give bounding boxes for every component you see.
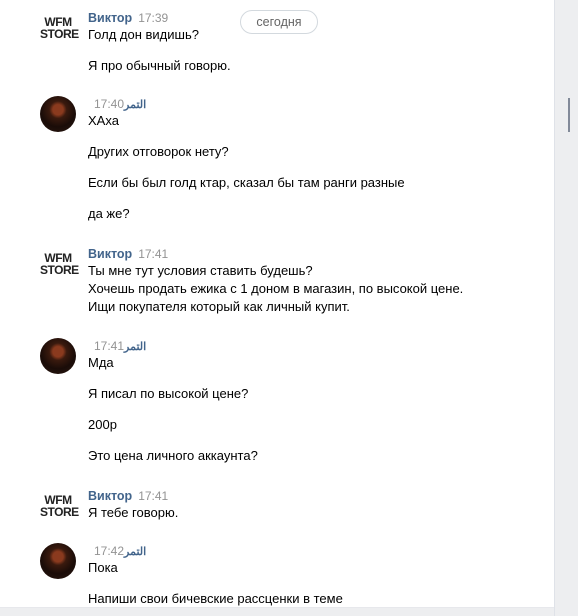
logo-text-bottom: STORE — [40, 505, 79, 519]
message-time[interactable]: 17:41 — [94, 339, 124, 353]
author-name[interactable]: التمر — [124, 341, 146, 353]
author-name[interactable]: Виктор — [88, 489, 132, 503]
wfm-store-avatar[interactable]: WFM STORE — [40, 12, 79, 42]
message-text: Других отговорок нету? — [88, 144, 229, 159]
wfm-store-avatar[interactable]: WFM STORE — [40, 490, 79, 520]
message-text: Я тебе говорю. — [88, 505, 179, 520]
right-rail — [554, 0, 578, 616]
scrollbar-thumb[interactable] — [568, 98, 570, 132]
message-header: التمر17:42 — [88, 543, 146, 559]
message-time[interactable]: 17:40 — [94, 97, 124, 111]
author-name[interactable]: التمر — [124, 99, 146, 111]
rail-divider — [554, 0, 555, 616]
message-text: Я писал по высокой цене? — [88, 386, 249, 401]
message-text: Пока — [88, 560, 118, 575]
logo-text-bottom: STORE — [40, 27, 79, 41]
author-name[interactable]: Виктор — [88, 11, 132, 25]
wfm-store-avatar[interactable]: WFM STORE — [40, 248, 79, 278]
message-text: Я про обычный говорю. — [88, 58, 231, 73]
chat-history: сегодня WFM STORE Виктор 17:39 Голд дон в… — [0, 0, 554, 616]
message-text: 200р — [88, 417, 117, 432]
message-header: Виктор 17:41 — [88, 488, 168, 504]
message-text: да же? — [88, 206, 130, 221]
date-separator: сегодня — [240, 10, 318, 34]
message-time[interactable]: 17:41 — [138, 489, 168, 503]
user-avatar[interactable] — [40, 96, 76, 132]
message-header: Виктор 17:39 — [88, 10, 168, 26]
user-photo — [40, 96, 76, 132]
message-text: Напиши свои бичевские рассценки в теме — [88, 591, 343, 606]
author-name[interactable]: التمر — [124, 546, 146, 558]
user-avatar[interactable] — [40, 543, 76, 579]
user-photo — [40, 338, 76, 374]
message-header: التمر17:41 — [88, 338, 146, 354]
message-text: ХАха — [88, 113, 119, 128]
message-time[interactable]: 17:39 — [138, 11, 168, 25]
chat-bottom-band — [0, 608, 554, 616]
message-text: Мда — [88, 355, 114, 370]
author-name[interactable]: Виктор — [88, 247, 132, 261]
message-header: Виктор 17:41 — [88, 246, 168, 262]
message-time[interactable]: 17:41 — [138, 247, 168, 261]
message-header: التمر17:40 — [88, 96, 146, 112]
logo-text-bottom: STORE — [40, 263, 79, 277]
message-text: Это цена личного аккаунта? — [88, 448, 258, 463]
message-text: Голд дон видишь? — [88, 27, 199, 42]
message-text: Ищи покупателя который как личный купит. — [88, 299, 350, 314]
message-text: Если бы был голд ктар, сказал бы там ран… — [88, 175, 405, 190]
message-time[interactable]: 17:42 — [94, 544, 124, 558]
user-photo — [40, 543, 76, 579]
user-avatar[interactable] — [40, 338, 76, 374]
message-text: Хочешь продать ежика с 1 доном в магазин… — [88, 281, 464, 296]
message-text: Ты мне тут условия ставить будешь? — [88, 263, 313, 278]
